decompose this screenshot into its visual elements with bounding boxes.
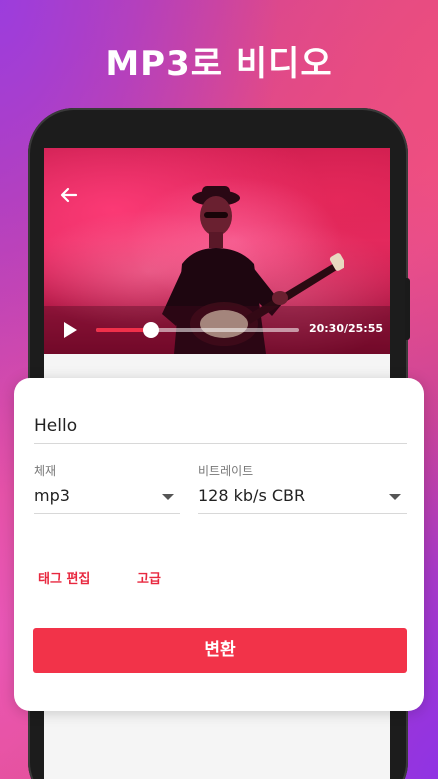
format-label: 체재 — [34, 464, 57, 478]
advanced-button[interactable]: 고급 — [137, 568, 161, 587]
promo-title: MP3로 비디오 — [105, 44, 333, 84]
play-button[interactable] — [60, 320, 80, 340]
bitrate-label: 비트레이트 — [198, 464, 254, 478]
bitrate-select[interactable]: 128 kb/s CBR — [198, 484, 407, 514]
edit-tags-button[interactable]: 태그 편집 — [38, 568, 90, 587]
chevron-down-icon — [162, 494, 174, 500]
format-select[interactable]: mp3 — [34, 484, 180, 514]
bitrate-value: 128 kb/s CBR — [198, 486, 306, 505]
back-button[interactable] — [56, 182, 82, 208]
time-readout: 20:30/25:55 — [308, 322, 383, 335]
file-name-input[interactable]: Hello — [34, 414, 407, 444]
arrow-left-icon — [60, 187, 78, 203]
phone-side-button — [405, 278, 410, 340]
video-player[interactable]: 20:30/25:55 — [44, 148, 390, 354]
convert-button[interactable]: 변환 — [33, 628, 407, 673]
play-icon — [64, 322, 77, 338]
seek-thumb[interactable] — [142, 322, 159, 338]
chevron-down-icon — [389, 494, 401, 500]
seek-bar[interactable] — [96, 322, 299, 338]
convert-options-card: Hello 체재 mp3 비트레이트 128 kb/s CBR 태그 편집 고급… — [14, 378, 424, 711]
format-value: mp3 — [34, 486, 70, 505]
player-controls: 20:30/25:55 — [44, 306, 390, 354]
